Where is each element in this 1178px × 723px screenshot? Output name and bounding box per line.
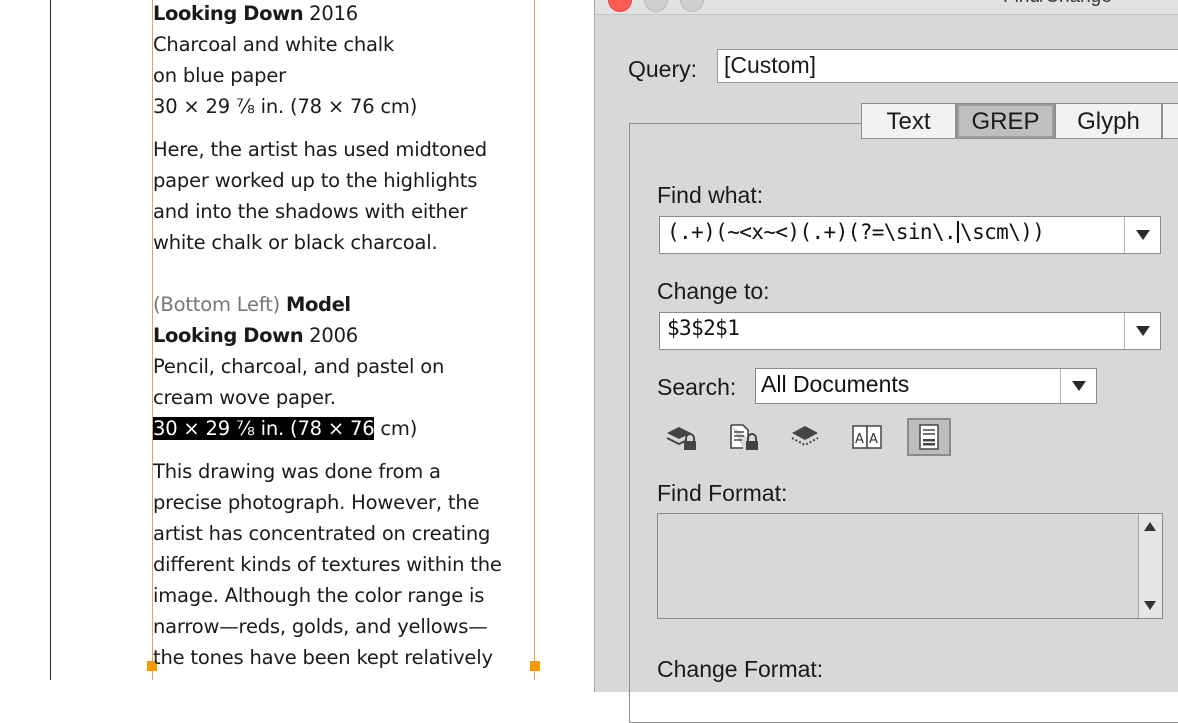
story-text-run: the tones have been kept relatively [153, 646, 493, 669]
find-format-box[interactable] [657, 513, 1163, 619]
chevron-down-icon [1136, 230, 1150, 240]
story-line: narrow—reds, golds, and yellows— [153, 615, 488, 639]
scroll-down-arrow-icon[interactable] [1144, 601, 1156, 610]
include-hidden-layers-button[interactable] [783, 418, 827, 456]
find-change-dialog: Find/Change Query: [Custom] Text GREP Gl… [594, 0, 1178, 723]
story-text-run: 2006 [303, 324, 359, 347]
story-text-run: narrow—reds, golds, and yellows— [153, 615, 488, 638]
story-line: 30 × 29 ⅞ in. (78 × 76 cm) [153, 95, 417, 119]
story-line: Here, the artist has used midtoned [153, 138, 487, 162]
search-scope-dropdown-button[interactable] [1060, 369, 1096, 403]
search-scope-value: All Documents [761, 371, 910, 397]
story-text-run: white chalk or black charcoal. [153, 231, 438, 254]
change-format-label: Change Format: [657, 656, 824, 682]
scroll-up-arrow-icon[interactable] [1144, 522, 1156, 531]
story-text-run: 30 × 29 ⅞ in. (78 × 76 cm) [153, 95, 418, 118]
text-caret [957, 221, 960, 243]
story-text-run: Here, the artist has used midtoned [153, 138, 487, 161]
story-text-run: cm) [374, 417, 418, 440]
story-text-run: Looking Down [153, 324, 304, 347]
story-line: different kinds of textures within the [153, 553, 502, 577]
story-line: 30 × 29 ⅞ in. (78 × 76 cm) [153, 417, 417, 441]
change-to-label: Change to: [657, 278, 770, 304]
story-text-run: Model [286, 293, 351, 316]
story-text-run: Charcoal and white chalk [153, 33, 395, 56]
story-text-run: precise photograph. However, the [153, 491, 480, 514]
story-text-run: This drawing was done from a [153, 460, 441, 483]
story-line: the tones have been kept relatively [153, 646, 493, 670]
tab-more[interactable] [1162, 103, 1178, 139]
story-text-run: different kinds of textures within the [153, 553, 502, 576]
story-text-frame[interactable]: Looking Down 2016 Charcoal and white chal… [153, 0, 533, 680]
find-format-label: Find Format: [657, 480, 788, 506]
dialog-title: Find/Change [1003, 0, 1112, 8]
selected-text: 30 × 29 ⅞ in. (78 × 76 [153, 417, 375, 440]
query-value: [Custom] [724, 52, 817, 78]
story-line: Pencil, charcoal, and pastel on [153, 355, 444, 379]
find-what-value: (.+)(~<x~<)(.+)(?=\sin\. \scm\)) [667, 220, 1045, 244]
change-to-field[interactable]: $3$2$1 [659, 312, 1161, 350]
include-locked-layers-icon [666, 427, 696, 450]
svg-text:A: A [855, 432, 864, 447]
include-hidden-layers-icon [791, 426, 819, 447]
story-text-run: Looking Down [153, 2, 304, 25]
story-line: This drawing was done from a [153, 460, 441, 484]
story-line: Looking Down 2006 [153, 324, 358, 348]
svg-text:A: A [869, 432, 878, 447]
find-what-field[interactable]: (.+)(~<x~<)(.+)(?=\sin\. \scm\)) [659, 216, 1161, 254]
find-format-scrollbar[interactable] [1138, 514, 1162, 618]
include-footnotes-button[interactable] [907, 418, 951, 456]
story-text-run: Pencil, charcoal, and pastel on [153, 355, 445, 378]
include-master-pages-button[interactable]: A A [845, 418, 889, 456]
search-scope-select[interactable]: All Documents [755, 368, 1097, 404]
tab-glyph[interactable]: Glyph [1055, 103, 1162, 139]
query-select[interactable]: [Custom] [717, 49, 1178, 83]
story-line: on blue paper [153, 64, 286, 88]
include-locked-layers-button[interactable] [659, 418, 703, 456]
story-text-run: image. Although the color range is [153, 584, 485, 607]
story-line: white chalk or black charcoal. [153, 231, 438, 255]
page-edge [50, 0, 51, 680]
story-text-run: artist has concentrated on creating [153, 522, 491, 545]
text-frame-right-edge[interactable] [534, 0, 535, 680]
story-line: Looking Down 2016 [153, 2, 358, 26]
story-text-run: (Bottom Left) [153, 293, 281, 316]
grep-panel [629, 123, 1178, 723]
include-master-pages-icon: A A [852, 425, 882, 449]
story-line: precise photograph. However, the [153, 491, 479, 515]
tab-grep[interactable]: GREP [956, 103, 1055, 139]
story-line: and into the shadows with either [153, 200, 468, 224]
include-locked-stories-icon [730, 424, 758, 450]
search-label: Search: [657, 374, 737, 400]
story-line: cream wove paper. [153, 386, 336, 410]
story-line: artist has concentrated on creating [153, 522, 490, 546]
find-what-label: Find what: [657, 182, 764, 208]
story-text-run: paper worked up to the highlights [153, 169, 478, 192]
change-to-dropdown-button[interactable] [1124, 313, 1160, 349]
story-text-run: cream wove paper. [153, 386, 336, 409]
chevron-down-icon [1136, 326, 1150, 336]
story-text-run: and into the shadows with either [153, 200, 468, 223]
include-footnotes-icon [919, 424, 939, 450]
query-label: Query: [628, 56, 698, 82]
chevron-down-icon [1072, 381, 1086, 391]
story-line: (Bottom Left) Model [153, 293, 351, 317]
story-line: Charcoal and white chalk [153, 33, 394, 57]
story-line: paper worked up to the highlights [153, 169, 477, 193]
find-what-dropdown-button[interactable] [1124, 217, 1160, 253]
story-line: image. Although the color range is [153, 584, 484, 608]
include-locked-stories-button[interactable] [721, 418, 765, 456]
change-to-value: $3$2$1 [667, 316, 740, 340]
tab-text[interactable]: Text [861, 103, 956, 139]
story-text-run: 2016 [303, 2, 359, 25]
story-text-run: on blue paper [153, 64, 286, 87]
